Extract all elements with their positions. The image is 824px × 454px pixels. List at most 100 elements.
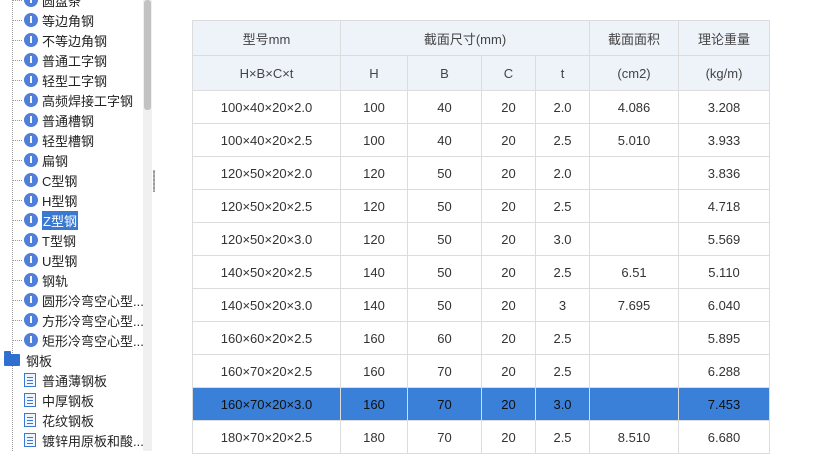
cell-c[interactable]: 20: [481, 288, 536, 322]
table-row[interactable]: 120×50×20×2.5 120 50 20 2.5 4.718: [192, 189, 771, 223]
tree-item[interactable]: I 不等边角钢: [12, 30, 107, 50]
subheader-weight-unit[interactable]: (kg/m): [678, 55, 771, 91]
table-row[interactable]: 120×50×20×2.0 120 50 20 2.0 3.836: [192, 156, 771, 190]
cell-b[interactable]: 50: [407, 222, 482, 256]
cell-model[interactable]: 160×70×20×3.0: [192, 387, 341, 421]
cell-weight[interactable]: 4.718: [678, 189, 771, 223]
cell-b[interactable]: 50: [407, 189, 482, 223]
cell-b[interactable]: 40: [407, 123, 482, 157]
tree-item[interactable]: I 扁钢: [12, 150, 68, 170]
cell-h[interactable]: 180: [340, 420, 408, 454]
cell-c[interactable]: 20: [481, 321, 536, 355]
tree-folder[interactable]: 钢板: [4, 350, 52, 370]
cell-area[interactable]: [589, 387, 680, 421]
subheader-t[interactable]: t: [534, 55, 591, 91]
panel-splitter[interactable]: [152, 0, 162, 451]
cell-h[interactable]: 120: [340, 156, 408, 190]
cell-t[interactable]: 2.5: [534, 189, 591, 223]
table-row[interactable]: 100×40×20×2.0 100 40 20 2.0 4.086 3.208: [192, 90, 771, 124]
cell-t[interactable]: 2.5: [534, 321, 591, 355]
cell-b[interactable]: 50: [407, 288, 482, 322]
cell-model[interactable]: 120×50×20×3.0: [192, 222, 341, 256]
table-row[interactable]: 160×60×20×2.5 160 60 20 2.5 5.895: [192, 321, 771, 355]
cell-weight[interactable]: 6.680: [678, 420, 771, 454]
tree-item[interactable]: I 圆形冷弯空心型...: [12, 290, 143, 310]
cell-weight[interactable]: 7.453: [678, 387, 771, 421]
table-row[interactable]: 160×70×20×3.0 160 70 20 3.0 7.453: [192, 387, 771, 421]
cell-t[interactable]: 2.5: [534, 354, 591, 388]
cell-h[interactable]: 120: [340, 189, 408, 223]
tree-item[interactable]: I 圆盘条: [12, 0, 81, 10]
subheader-model[interactable]: H×B×C×t: [192, 55, 341, 91]
cell-area[interactable]: [589, 156, 680, 190]
cell-h[interactable]: 100: [340, 90, 408, 124]
cell-weight[interactable]: 5.110: [678, 255, 771, 289]
tree-item[interactable]: I 普通工字钢: [12, 50, 107, 70]
cell-c[interactable]: 20: [481, 387, 536, 421]
cell-model[interactable]: 120×50×20×2.5: [192, 189, 341, 223]
cell-b[interactable]: 50: [407, 156, 482, 190]
cell-area[interactable]: 8.510: [589, 420, 680, 454]
tree-item[interactable]: I U型钢: [12, 250, 77, 270]
tree-subitem[interactable]: 中厚钢板: [24, 390, 94, 410]
header-section-dims[interactable]: 截面尺寸(mm): [339, 20, 591, 56]
splitter-grip-icon[interactable]: [153, 170, 155, 192]
cell-c[interactable]: 20: [481, 156, 536, 190]
table-row[interactable]: 100×40×20×2.5 100 40 20 2.5 5.010 3.933: [192, 123, 771, 157]
cell-model[interactable]: 120×50×20×2.0: [192, 156, 341, 190]
cell-area[interactable]: 5.010: [589, 123, 680, 157]
cell-c[interactable]: 20: [481, 123, 536, 157]
cell-weight[interactable]: 6.288: [678, 354, 771, 388]
tree-item[interactable]: I C型钢: [12, 170, 77, 190]
cell-c[interactable]: 20: [481, 420, 536, 454]
tree-item[interactable]: I 等边角钢: [12, 10, 94, 30]
cell-b[interactable]: 50: [407, 255, 482, 289]
cell-c[interactable]: 20: [481, 189, 536, 223]
cell-model[interactable]: 160×60×20×2.5: [192, 321, 341, 355]
tree-subitem[interactable]: 普通薄钢板: [24, 370, 107, 390]
tree-subitem[interactable]: 花纹钢板: [24, 410, 94, 430]
cell-model[interactable]: 100×40×20×2.0: [192, 90, 341, 124]
subheader-area-unit[interactable]: (cm2): [589, 55, 680, 91]
tree-item[interactable]: I 轻型槽钢: [12, 130, 94, 150]
cell-t[interactable]: 2.5: [534, 123, 591, 157]
cell-t[interactable]: 3.0: [534, 387, 591, 421]
cell-weight[interactable]: 5.895: [678, 321, 771, 355]
cell-b[interactable]: 70: [407, 420, 482, 454]
tree-item[interactable]: I 矩形冷弯空心型...: [12, 330, 143, 350]
tree-item[interactable]: I 高频焊接工字钢: [12, 90, 133, 110]
cell-t[interactable]: 2.0: [534, 90, 591, 124]
header-model[interactable]: 型号mm: [192, 20, 341, 56]
table-row[interactable]: 140×50×20×2.5 140 50 20 2.5 6.51 5.110: [192, 255, 771, 289]
cell-model[interactable]: 140×50×20×2.5: [192, 255, 341, 289]
table-row[interactable]: 140×50×20×3.0 140 50 20 3 7.695 6.040: [192, 288, 771, 322]
cell-model[interactable]: 100×40×20×2.5: [192, 123, 341, 157]
tree-item[interactable]: I H型钢: [12, 190, 77, 210]
tree-item[interactable]: I 轻型工字钢: [12, 70, 107, 90]
cell-h[interactable]: 160: [340, 354, 408, 388]
subheader-c[interactable]: C: [481, 55, 536, 91]
cell-b[interactable]: 70: [407, 387, 482, 421]
cell-b[interactable]: 70: [407, 354, 482, 388]
cell-area[interactable]: 7.695: [589, 288, 680, 322]
cell-weight[interactable]: 6.040: [678, 288, 771, 322]
cell-c[interactable]: 20: [481, 222, 536, 256]
cell-c[interactable]: 20: [481, 90, 536, 124]
tree-item[interactable]: I 普通槽钢: [12, 110, 94, 130]
table-row[interactable]: 160×70×20×2.5 160 70 20 2.5 6.288: [192, 354, 771, 388]
cell-b[interactable]: 60: [407, 321, 482, 355]
cell-weight[interactable]: 3.933: [678, 123, 771, 157]
tree-scrollbar-thumb[interactable]: [144, 0, 151, 110]
header-area[interactable]: 截面面积: [589, 20, 680, 56]
cell-c[interactable]: 20: [481, 255, 536, 289]
tree-item[interactable]: I Z型钢: [12, 210, 78, 230]
cell-h[interactable]: 120: [340, 222, 408, 256]
tree-item[interactable]: I 方形冷弯空心型...: [12, 310, 143, 330]
header-weight[interactable]: 理论重量: [678, 20, 771, 56]
cell-area[interactable]: [589, 354, 680, 388]
tree-scrollbar[interactable]: [143, 0, 152, 451]
cell-t[interactable]: 3: [534, 288, 591, 322]
cell-area[interactable]: [589, 222, 680, 256]
tree-item[interactable]: I T型钢: [12, 230, 76, 250]
cell-b[interactable]: 40: [407, 90, 482, 124]
